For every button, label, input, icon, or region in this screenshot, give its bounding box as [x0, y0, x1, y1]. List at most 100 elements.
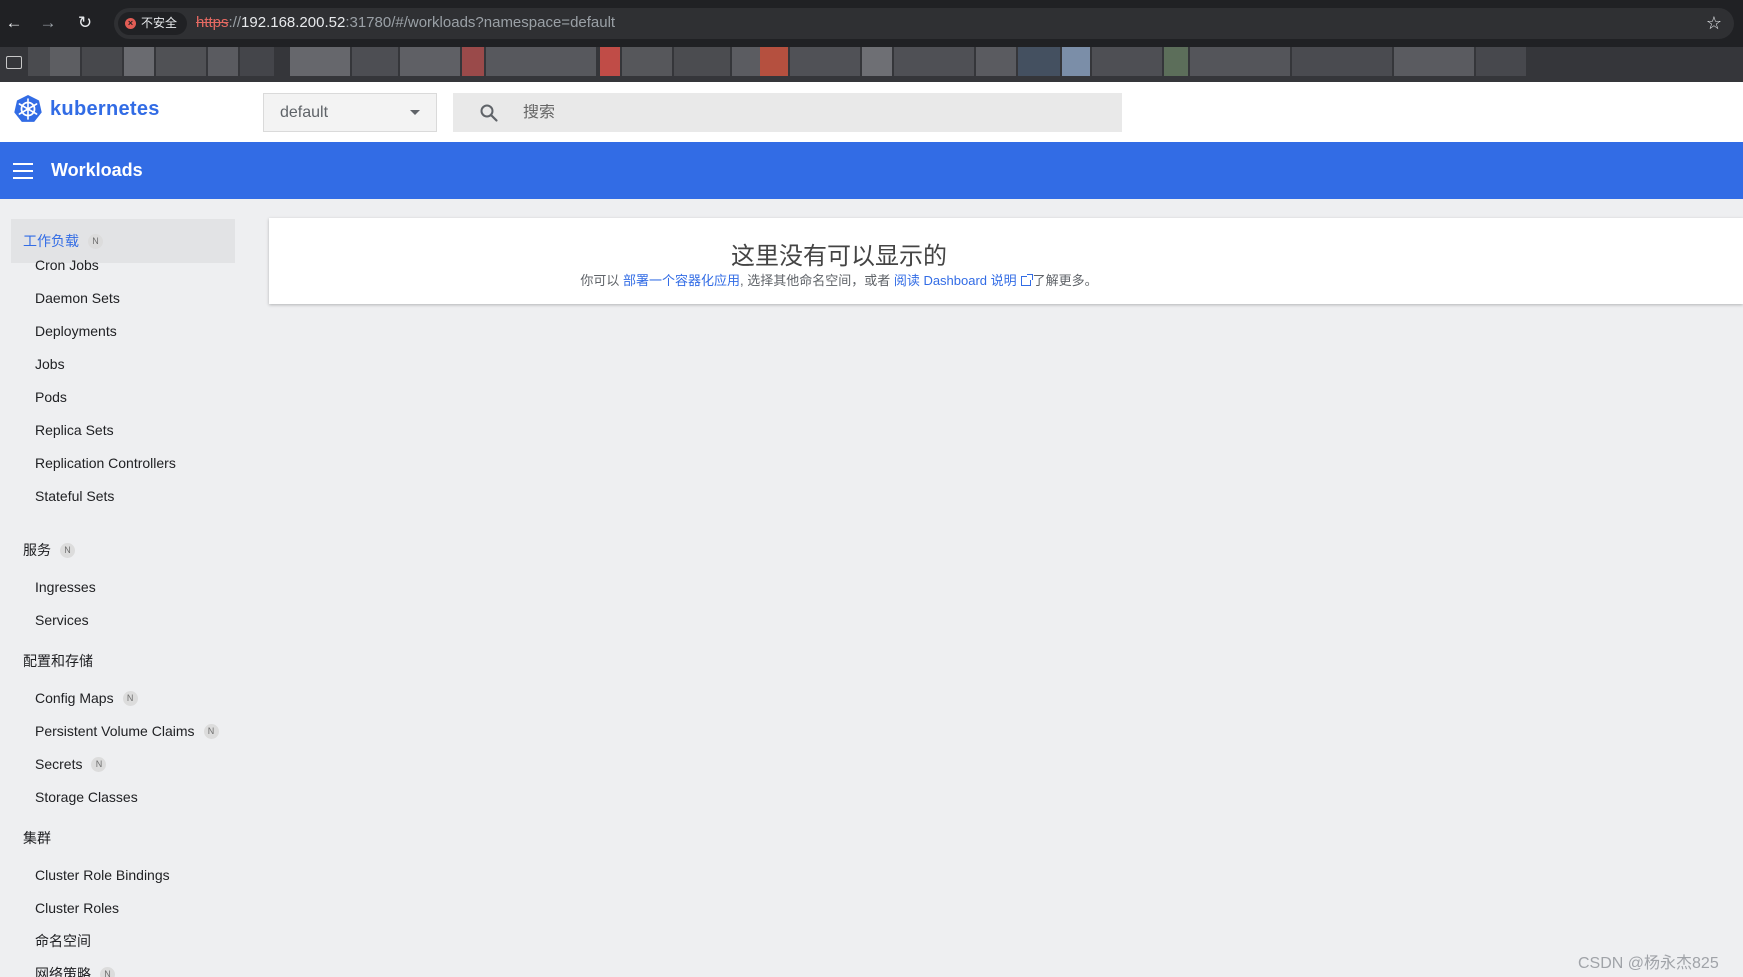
namespaced-badge: N	[91, 756, 107, 772]
url-text[interactable]: https://192.168.200.52:31780/#/workloads…	[196, 14, 615, 31]
sidebar-item[interactable]: Replication Controllers	[35, 450, 176, 476]
blurred-bookmark	[1292, 47, 1392, 76]
blurred-bookmark	[486, 47, 596, 76]
kubernetes-wheel-icon	[14, 95, 42, 122]
deploy-app-link[interactable]: 部署一个容器化应用	[623, 273, 740, 288]
sidebar-item-label: Cluster Roles	[35, 900, 120, 916]
logo-text: kubernetes	[50, 97, 160, 120]
sidebar-group[interactable]: 配置和存储	[11, 639, 235, 683]
reload-icon[interactable]: ↻	[74, 12, 96, 34]
sidebar-group-label: 集群	[23, 830, 51, 846]
sidebar-item-label: Config Maps	[35, 690, 114, 706]
search-box[interactable]	[453, 93, 1122, 132]
namespaced-badge: N	[203, 723, 219, 739]
url-rest: :31780/#/workloads?namespace=default	[345, 14, 616, 31]
url-host: 192.168.200.52	[241, 14, 346, 31]
sidebar-item[interactable]: Persistent Volume Claims N	[35, 718, 219, 744]
url-sep: ://	[228, 14, 242, 31]
blurred-bookmark	[290, 47, 350, 76]
blurred-bookmark	[28, 47, 50, 76]
external-link-icon	[1020, 274, 1033, 286]
blurred-bookmark	[600, 47, 620, 76]
empty-middle: , 选择其他命名空间，或者	[739, 273, 891, 288]
sidebar-item-label: Cluster Role Bindings	[35, 867, 170, 883]
sidebar-group[interactable]: 服务 N	[11, 528, 235, 572]
sidebar-item-label: Replica Sets	[35, 422, 114, 438]
page-title: Workloads	[51, 160, 143, 180]
sidebar-item[interactable]: Replica Sets	[35, 417, 114, 443]
sidebar-item-label: Cron Jobs	[35, 257, 99, 273]
sidebar-item[interactable]: Jobs	[35, 351, 65, 377]
namespaced-badge: N	[122, 690, 138, 706]
empty-state-description: 你可以 部署一个容器化应用, 选择其他命名空间，或者 阅读 Dashboard …	[269, 270, 1409, 289]
forward-icon[interactable]: →	[37, 12, 59, 34]
blurred-bookmark	[1164, 47, 1188, 76]
blurred-bookmark	[862, 47, 892, 76]
sidebar-group[interactable]: 集群	[11, 816, 235, 860]
blurred-bookmark	[894, 47, 974, 76]
namespaced-badge: N	[88, 233, 103, 249]
sidebar-item[interactable]: Stateful Sets	[35, 483, 114, 509]
sidebar-item-label: Stateful Sets	[35, 488, 115, 504]
namespace-value: default	[280, 103, 329, 121]
blurred-bookmark	[790, 47, 860, 76]
security-chip[interactable]: × 不安全	[118, 12, 188, 35]
caret-down-icon	[410, 110, 420, 115]
blurred-bookmark	[50, 47, 80, 76]
blurred-bookmark	[156, 47, 206, 76]
blurred-bookmark	[208, 47, 238, 76]
sidebar-item[interactable]: Storage Classes	[35, 784, 138, 810]
blurred-bookmark	[352, 47, 398, 76]
app-header: kubernetes default	[0, 82, 1743, 142]
dashboard-docs-link[interactable]: 阅读 Dashboard 说明	[894, 273, 1017, 288]
sidebar-group-label: 服务	[23, 542, 51, 558]
sidebar-group-label: 配置和存储	[23, 653, 93, 669]
sidebar-item[interactable]: Daemon Sets	[35, 285, 120, 311]
sidebar-item[interactable]: Pods	[35, 384, 67, 410]
warning-icon: ×	[125, 18, 136, 29]
back-icon[interactable]: ←	[3, 12, 25, 34]
security-label: 不安全	[141, 16, 178, 30]
search-input[interactable]	[523, 103, 1083, 122]
sidebar-item[interactable]: Deployments	[35, 318, 117, 344]
sidebar-nav: 工作负载 N Cron Jobs Daemon Sets Deployments Jobs…	[0, 199, 245, 977]
sidebar-item-label: 网络策略	[35, 966, 91, 977]
bookmark-star-icon[interactable]: ☆	[1703, 12, 1725, 34]
blurred-bookmark	[674, 47, 730, 76]
sidebar-item-label: Pods	[35, 389, 67, 405]
sidebar-item-label: Deployments	[35, 323, 117, 339]
sidebar-item[interactable]: Ingresses	[35, 574, 96, 600]
blurred-bookmark	[1018, 47, 1060, 76]
empty-state-card: 这里没有可以显示的 你可以 部署一个容器化应用, 选择其他命名空间，或者 阅读 …	[269, 218, 1743, 304]
url-scheme: https	[196, 14, 229, 31]
empty-suffix: 了解更多。	[1032, 273, 1098, 288]
namespace-select[interactable]: default	[263, 93, 437, 132]
sidebar-group-label: 工作负载	[23, 233, 79, 249]
empty-state-title: 这里没有可以显示的	[731, 243, 947, 270]
blurred-bookmark	[400, 47, 460, 76]
sidebar-item[interactable]: Cluster Role Bindings	[35, 862, 170, 888]
sidebar-item[interactable]: Services	[35, 607, 89, 633]
sidebar-item[interactable]: Config Maps N	[35, 685, 138, 711]
sidebar-item-label: 命名空间	[35, 933, 91, 949]
sidebar-item[interactable]: Cluster Roles	[35, 895, 119, 921]
blurred-bookmark	[976, 47, 1016, 76]
blurred-bookmark	[622, 47, 672, 76]
sidebar-item[interactable]: 命名空间	[35, 928, 91, 954]
sidebar-item[interactable]: Cron Jobs	[35, 252, 99, 278]
sidebar-item-label: Persistent Volume Claims	[35, 723, 195, 739]
blurred-bookmark	[732, 47, 760, 76]
sidebar-item-label: Ingresses	[35, 579, 96, 595]
sidebar-item[interactable]: 网络策略 N	[35, 961, 115, 977]
folder-icon[interactable]	[6, 56, 22, 69]
toolbar: Workloads	[0, 142, 1743, 199]
blurred-bookmark	[462, 47, 484, 76]
blurred-bookmark	[760, 47, 788, 76]
sidebar-item-label: Daemon Sets	[35, 290, 120, 306]
sidebar-item[interactable]: Secrets N	[35, 751, 107, 777]
blurred-bookmark	[1190, 47, 1290, 76]
watermark: CSDN @杨永杰825	[1578, 955, 1719, 972]
sidebar-item-label: Jobs	[35, 356, 65, 372]
kubernetes-logo[interactable]: kubernetes	[13, 94, 160, 124]
hamburger-menu-icon[interactable]	[13, 162, 33, 179]
